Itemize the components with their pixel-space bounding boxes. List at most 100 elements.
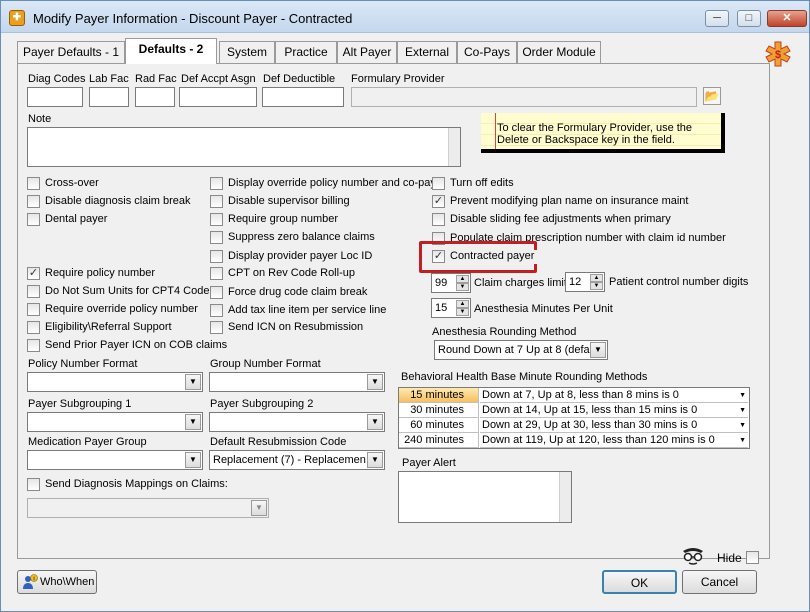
diag-codes-field[interactable]: [27, 87, 83, 107]
dropdown-arrow-icon[interactable]: ▼: [739, 418, 746, 433]
checkbox-box[interactable]: [210, 250, 223, 263]
spinner-value: 12: [569, 276, 582, 288]
spin-down-icon[interactable]: ▼: [456, 283, 469, 291]
checkbox-box[interactable]: [210, 231, 223, 244]
payer-subgrouping-2-select[interactable]: ▼: [209, 412, 385, 432]
spin-up-icon[interactable]: ▲: [590, 274, 603, 282]
dropdown-arrow-icon[interactable]: ▼: [185, 414, 201, 430]
dropdown-arrow-icon[interactable]: ▼: [739, 403, 746, 418]
payer-alert-textarea[interactable]: [398, 471, 572, 523]
policy-number-format-select[interactable]: ▼: [27, 372, 203, 392]
payer-alert-scrollbar[interactable]: [559, 472, 571, 522]
anesthesia-minutes-spinner[interactable]: 15 ▲ ▼: [431, 298, 471, 318]
checkbox-box[interactable]: [27, 177, 40, 190]
dropdown-arrow-icon[interactable]: ▼: [251, 500, 267, 516]
group-number-format-select[interactable]: ▼: [209, 372, 385, 392]
checkbox-box[interactable]: [210, 304, 223, 317]
dropdown-arrow-icon[interactable]: ▼: [739, 433, 746, 448]
patient-control-digits-spinner[interactable]: 12 ▲ ▼: [565, 272, 605, 292]
checkbox-box[interactable]: [27, 303, 40, 316]
dropdown-arrow-icon[interactable]: ▼: [185, 452, 201, 468]
sticky-note: To clear the Formulary Provider, use the…: [481, 113, 725, 153]
ok-button[interactable]: OK: [602, 570, 677, 594]
checkbox-box[interactable]: [210, 213, 223, 226]
note-textarea[interactable]: [27, 127, 461, 167]
method-value: Down at 29, Up at 30, less than 30 mins …: [482, 419, 698, 431]
anesthesia-minutes-label: Anesthesia Minutes Per Unit: [474, 303, 613, 315]
dropdown-arrow-icon[interactable]: ▼: [739, 388, 746, 403]
checkbox-box[interactable]: [210, 267, 223, 280]
checkmark-icon[interactable]: ✓: [432, 250, 445, 263]
lab-fac-field[interactable]: [89, 87, 129, 107]
checkbox-box[interactable]: [27, 285, 40, 298]
spin-down-icon[interactable]: ▼: [590, 282, 603, 290]
checkbox-box[interactable]: [27, 478, 40, 491]
medication-payer-group-label: Medication Payer Group: [28, 436, 147, 448]
default-resubmission-code-select[interactable]: Replacement (7) - Replacemen ▼: [209, 450, 385, 470]
checkbox-box[interactable]: [210, 321, 223, 334]
method-cell[interactable]: Down at 119, Up at 120, less than 120 mi…: [480, 433, 748, 448]
checkbox-box[interactable]: [27, 195, 40, 208]
checkmark-icon[interactable]: ✓: [27, 267, 40, 280]
dropdown-arrow-icon[interactable]: ▼: [367, 374, 383, 390]
claim-charges-limit-spinner[interactable]: 99 ▲ ▼: [431, 273, 471, 293]
spin-down-icon[interactable]: ▼: [456, 308, 469, 316]
open-folder-icon[interactable]: 📂: [703, 87, 721, 105]
tab-co-pays[interactable]: Co-Pays: [457, 41, 517, 63]
tab-order-module[interactable]: Order Module: [517, 41, 601, 63]
close-button[interactable]: ✕: [767, 10, 807, 27]
tab-practice[interactable]: Practice: [275, 41, 337, 63]
dropdown-arrow-icon[interactable]: ▼: [367, 414, 383, 430]
table-row[interactable]: 60 minutes Down at 29, Up at 30, less tha…: [399, 418, 749, 433]
checkmark-icon[interactable]: ✓: [432, 195, 445, 208]
def-deductible-field[interactable]: [262, 87, 344, 107]
def-accpt-asgn-field[interactable]: [179, 87, 257, 107]
checkbox-label: Prevent modifying plan name on insurance…: [450, 195, 689, 207]
diagnosis-mappings-select[interactable]: ▼: [27, 498, 269, 518]
checkbox-box[interactable]: [210, 286, 223, 299]
checkbox-box[interactable]: [432, 213, 445, 226]
tab-external[interactable]: External: [397, 41, 457, 63]
dropdown-arrow-icon[interactable]: ▼: [590, 342, 606, 358]
checkbox-box[interactable]: [210, 195, 223, 208]
anesthesia-rounding-select[interactable]: Round Down at 7 Up at 8 (defa ▼: [434, 340, 608, 360]
dropdown-arrow-icon[interactable]: ▼: [185, 374, 201, 390]
checkbox-box[interactable]: [210, 177, 223, 190]
dropdown-arrow-icon[interactable]: ▼: [367, 452, 383, 468]
behavioral-health-grid: 15 minutes Down at 7, Up at 8, less than …: [398, 387, 750, 449]
spin-up-icon[interactable]: ▲: [456, 275, 469, 283]
checkbox-hide[interactable]: [746, 551, 759, 565]
table-row[interactable]: 240 minutes Down at 119, Up at 120, less …: [399, 433, 749, 448]
title-bar[interactable]: ✚ Modify Payer Information - Discount Pa…: [1, 1, 809, 33]
table-row[interactable]: 15 minutes Down at 7, Up at 8, less than …: [399, 388, 749, 403]
medication-payer-group-select[interactable]: ▼: [27, 450, 203, 470]
tab-payer-defaults-1[interactable]: Payer Defaults - 1: [17, 41, 125, 63]
spin-up-icon[interactable]: ▲: [456, 300, 469, 308]
checkbox-contracted-payer[interactable]: ✓ Contracted payer: [432, 250, 542, 264]
checkbox-label: Add tax line item per service line: [228, 304, 387, 316]
maximize-button[interactable]: □: [737, 10, 761, 27]
who-when-button[interactable]: i Who\When: [17, 570, 97, 594]
minimize-button[interactable]: ─: [705, 10, 729, 27]
checkbox-box[interactable]: [27, 321, 40, 334]
checkbox-box[interactable]: [27, 339, 40, 352]
rad-fac-field[interactable]: [135, 87, 175, 107]
table-row[interactable]: 30 minutes Down at 14, Up at 15, less tha…: [399, 403, 749, 418]
rad-fac-label: Rad Fac: [135, 73, 177, 85]
method-cell[interactable]: Down at 29, Up at 30, less than 30 mins …: [480, 418, 748, 433]
tab-system[interactable]: System: [219, 41, 275, 63]
checkbox-box[interactable]: [746, 551, 759, 564]
checkbox-box[interactable]: [432, 177, 445, 190]
minutes-cell: 30 minutes: [399, 403, 479, 418]
formulary-provider-field[interactable]: [351, 87, 697, 107]
note-scrollbar[interactable]: [448, 128, 460, 166]
checkbox-box[interactable]: [27, 213, 40, 226]
def-accpt-asgn-label: Def Accpt Asgn: [181, 73, 256, 85]
select-value: Round Down at 7 Up at 8 (defa: [438, 344, 590, 356]
tab-defaults-2[interactable]: Defaults - 2: [125, 38, 217, 64]
payer-subgrouping-1-select[interactable]: ▼: [27, 412, 203, 432]
method-cell[interactable]: Down at 14, Up at 15, less than 15 mins …: [480, 403, 748, 418]
tab-alt-payer[interactable]: Alt Payer: [337, 41, 397, 63]
cancel-button[interactable]: Cancel: [682, 570, 757, 594]
method-cell[interactable]: Down at 7, Up at 8, less than 8 mins is …: [480, 388, 748, 403]
